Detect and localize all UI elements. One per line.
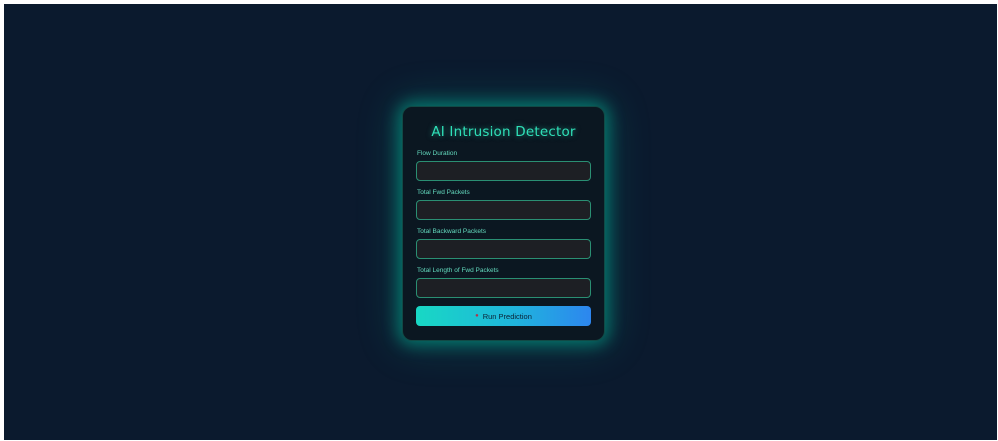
intrusion-detector-card: AI Intrusion Detector Flow Duration Tota…: [402, 106, 605, 341]
page-title: AI Intrusion Detector: [431, 124, 576, 140]
page-background: AI Intrusion Detector Flow Duration Tota…: [4, 4, 997, 440]
total-length-fwd-packets-input[interactable]: [416, 278, 591, 298]
run-prediction-label: Run Prediction: [482, 311, 532, 321]
total-fwd-packets-label: Total Fwd Packets: [417, 189, 470, 196]
run-prediction-button[interactable]: ● Run Prediction: [416, 306, 591, 326]
total-backward-packets-input[interactable]: [416, 239, 591, 259]
flow-duration-label: Flow Duration: [417, 150, 458, 157]
total-fwd-packets-input[interactable]: [416, 200, 591, 220]
rocket-icon: ●: [475, 313, 479, 319]
total-backward-packets-label: Total Backward Packets: [417, 228, 487, 235]
flow-duration-input[interactable]: [416, 161, 591, 181]
total-length-fwd-packets-label: Total Length of Fwd Packets: [417, 267, 499, 274]
